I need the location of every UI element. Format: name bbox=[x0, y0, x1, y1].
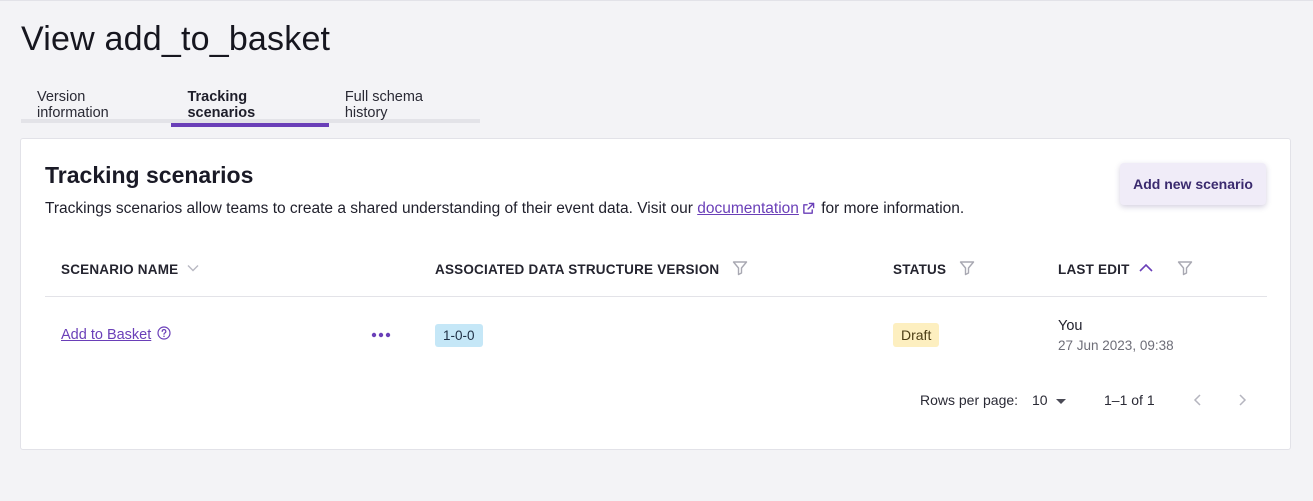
help-icon[interactable] bbox=[157, 325, 171, 345]
filter-icon[interactable] bbox=[723, 259, 749, 280]
tab-version-information[interactable]: Version information bbox=[21, 78, 171, 123]
table-row: Add to Basket 1-0-0 Draft You 27 Jun 202… bbox=[45, 297, 1267, 373]
description-text-after: for more information. bbox=[821, 200, 965, 217]
last-edit-cell: You 27 Jun 2023, 09:38 bbox=[1058, 297, 1174, 373]
description-text-before: Trackings scenarios allow teams to creat… bbox=[45, 200, 693, 217]
edited-at: 27 Jun 2023, 09:38 bbox=[1058, 337, 1174, 353]
page-title: View add_to_basket bbox=[21, 20, 331, 58]
status-cell: Draft bbox=[893, 297, 940, 373]
rows-per-page-value: 10 bbox=[1032, 392, 1048, 408]
tab-full-schema-history[interactable]: Full schema history bbox=[329, 78, 480, 123]
chevron-down-icon[interactable] bbox=[178, 261, 200, 278]
version-header-label: ASSOCIATED DATA STRUCTURE VERSION bbox=[435, 261, 720, 277]
documentation-link[interactable]: documentation bbox=[697, 200, 799, 217]
top-divider bbox=[0, 0, 1313, 1]
column-header-status: STATUS bbox=[893, 241, 976, 297]
scenario-name-header-label: SCENARIO NAME bbox=[61, 261, 179, 277]
tab-bar: Version information Tracking scenarios F… bbox=[21, 78, 480, 127]
status-badge: Draft bbox=[893, 323, 940, 347]
more-options-icon[interactable] bbox=[371, 297, 391, 373]
tracking-scenarios-card: Tracking scenarios Trackings scenarios a… bbox=[20, 138, 1291, 450]
column-header-last-edit[interactable]: LAST EDIT bbox=[1058, 241, 1194, 297]
rows-per-page-select[interactable]: 10 bbox=[1032, 389, 1066, 411]
column-header-version: ASSOCIATED DATA STRUCTURE VERSION bbox=[435, 241, 749, 297]
chevron-left-icon bbox=[1193, 394, 1201, 406]
rows-per-page-label: Rows per page: bbox=[920, 392, 1019, 408]
chevron-up-icon[interactable] bbox=[1130, 261, 1154, 278]
filter-icon[interactable] bbox=[1168, 259, 1194, 280]
table-header: SCENARIO NAME ASSOCIATED DATA STRUCTURE … bbox=[45, 241, 1267, 297]
tab-tracking-scenarios[interactable]: Tracking scenarios bbox=[171, 78, 330, 127]
edited-by: You bbox=[1058, 317, 1083, 334]
card-title: Tracking scenarios bbox=[45, 162, 254, 188]
previous-page-button[interactable] bbox=[1191, 389, 1205, 411]
scenario-link[interactable]: Add to Basket bbox=[61, 327, 151, 343]
scenario-name-cell: Add to Basket bbox=[61, 297, 171, 373]
external-link-icon[interactable] bbox=[802, 202, 815, 220]
chevron-right-icon bbox=[1239, 394, 1247, 406]
column-header-scenario-name[interactable]: SCENARIO NAME bbox=[61, 241, 200, 297]
next-page-button[interactable] bbox=[1235, 389, 1249, 411]
add-new-scenario-button[interactable]: Add new scenario bbox=[1120, 163, 1266, 205]
last-edit-header-label: LAST EDIT bbox=[1058, 261, 1130, 277]
version-tag: 1-0-0 bbox=[435, 323, 483, 347]
filter-icon[interactable] bbox=[950, 259, 976, 280]
card-description: Trackings scenarios allow teams to creat… bbox=[45, 200, 964, 220]
pagination-range: 1–1 of 1 bbox=[1104, 392, 1155, 408]
version-cell: 1-0-0 bbox=[435, 297, 483, 373]
status-header-label: STATUS bbox=[893, 261, 947, 277]
caret-down-icon bbox=[1055, 392, 1066, 408]
pagination: Rows per page: 10 1–1 of 1 bbox=[21, 389, 1267, 411]
